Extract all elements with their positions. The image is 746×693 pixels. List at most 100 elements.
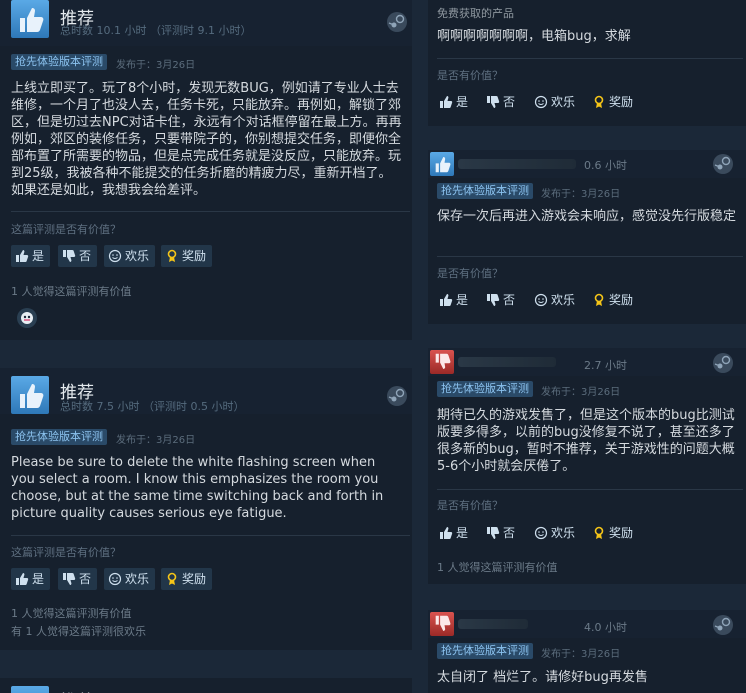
award-emoji-icon[interactable]	[17, 308, 37, 328]
steam-logo-icon	[387, 386, 407, 406]
award-button[interactable]: 奖励	[588, 289, 639, 311]
reviewer-name	[458, 619, 528, 629]
reviewer-name	[458, 357, 556, 367]
helpful-count: 1 人觉得这篇评测有价值	[437, 561, 558, 574]
steam-logo-icon	[387, 12, 407, 32]
thumbs-up-icon	[439, 293, 453, 307]
award-ribbon-icon	[165, 572, 179, 586]
vote-yes-button[interactable]: 是	[435, 91, 474, 113]
vote-no-button[interactable]: 否	[482, 522, 521, 544]
thumbs-down-icon	[486, 526, 500, 540]
thumbs-down-icon	[486, 293, 500, 307]
vote-funny-label: 欢乐	[551, 293, 576, 307]
helpful-question: 这篇评测是否有价值？	[11, 223, 121, 236]
review-card: 0.6 小时 抢先体验版本评测 发布于：3月26日 保存一次后再进入游戏会未响应…	[428, 150, 746, 324]
posted-date: 发布于：3月26日	[116, 435, 196, 446]
review-body: Please be sure to delete the white flash…	[11, 455, 384, 521]
vote-yes-label: 是	[456, 293, 469, 307]
vote-funny-button[interactable]: 欢乐	[530, 289, 581, 311]
review-header: 2.7 小时	[428, 348, 746, 376]
thumbs-up-icon	[11, 686, 49, 693]
divider	[11, 211, 410, 212]
review-card: 4.0 小时 抢先体验版本评测 发布于：3月26日 太自闭了 档烂了。请修好bu…	[428, 610, 746, 693]
vote-no-button[interactable]: 否	[58, 245, 98, 267]
vote-yes-button[interactable]: 是	[435, 522, 474, 544]
review-hours: 总时数 7.5 小时 （评测时 0.5 小时）	[60, 400, 245, 413]
vote-funny-button[interactable]: 欢乐	[104, 568, 156, 590]
vote-no-label: 否	[503, 95, 516, 109]
award-button[interactable]: 奖励	[588, 91, 639, 113]
steam-logo-icon	[713, 615, 733, 635]
review-card: 免费获取的产品 啊啊啊啊啊啊啊，电箱bug，求解 是否有价值？ 是 否 欢乐 奖…	[428, 0, 746, 126]
vote-no-button[interactable]: 否	[482, 91, 521, 113]
posted-date: 发布于：3月26日	[541, 387, 621, 398]
thumbs-down-icon	[430, 612, 454, 636]
thumbs-up-icon	[15, 249, 29, 263]
posted-date: 发布于：3月26日	[116, 60, 196, 71]
vote-no-label: 否	[79, 572, 92, 586]
early-access-badge: 抢先体验版本评测	[437, 643, 533, 659]
award-label: 奖励	[609, 95, 634, 109]
divider	[11, 535, 410, 536]
thumbs-down-icon	[486, 95, 500, 109]
vote-funny-button[interactable]: 欢乐	[530, 91, 581, 113]
thumbs-up-icon	[439, 95, 453, 109]
helpful-question: 是否有价值？	[437, 69, 503, 82]
award-ribbon-icon	[165, 249, 179, 263]
thumbs-up-icon	[11, 0, 49, 38]
vote-no-label: 否	[79, 249, 92, 263]
award-ribbon-icon	[592, 95, 606, 109]
review-card: 推荐	[0, 678, 412, 693]
vote-yes-button[interactable]: 是	[11, 245, 51, 267]
steam-logo-icon	[713, 353, 733, 373]
review-hours: 2.7 小时	[584, 359, 627, 372]
award-button[interactable]: 奖励	[161, 568, 213, 590]
posted-date: 发布于：3月26日	[541, 649, 621, 660]
vote-funny-label: 欢乐	[551, 95, 576, 109]
helpful-count: 1 人觉得这篇评测有价值	[11, 607, 132, 620]
review-header: 推荐 总时数 7.5 小时 （评测时 0.5 小时）	[0, 368, 412, 414]
review-card: 推荐 总时数 7.5 小时 （评测时 0.5 小时） 抢先体验版本评测 发布于：…	[0, 368, 412, 650]
vote-yes-button[interactable]: 是	[435, 289, 474, 311]
vote-no-button[interactable]: 否	[482, 289, 521, 311]
award-ribbon-icon	[592, 526, 606, 540]
helpful-question: 是否有价值？	[437, 267, 503, 280]
smiley-icon	[108, 572, 122, 586]
award-label: 奖励	[182, 249, 207, 263]
early-access-badge: 抢先体验版本评测	[11, 54, 107, 70]
award-button[interactable]: 奖励	[588, 522, 639, 544]
steam-logo-icon	[713, 154, 733, 174]
review-body: 太自闭了 档烂了。请修好bug再发售	[437, 670, 648, 685]
smiley-icon	[534, 293, 548, 307]
vote-funny-button[interactable]: 欢乐	[530, 522, 581, 544]
thumbs-down-icon	[430, 350, 454, 374]
award-label: 奖励	[609, 526, 634, 540]
review-header: 4.0 小时	[428, 610, 746, 638]
review-hours: 总时数 10.1 小时 （评测时 9.1 小时）	[60, 24, 252, 37]
review-card: 推荐 总时数 10.1 小时 （评测时 9.1 小时） 抢先体验版本评测 发布于…	[0, 0, 412, 340]
thumbs-up-icon	[15, 572, 29, 586]
vote-yes-button[interactable]: 是	[11, 568, 51, 590]
smiley-icon	[534, 526, 548, 540]
review-hours: 4.0 小时	[584, 621, 627, 634]
funny-count: 有 1 人觉得这篇评测很欢乐	[11, 625, 146, 638]
vote-no-button[interactable]: 否	[58, 568, 98, 590]
vote-funny-button[interactable]: 欢乐	[104, 245, 156, 267]
thumbs-down-icon	[62, 249, 76, 263]
smiley-icon	[534, 95, 548, 109]
vote-no-label: 否	[503, 293, 516, 307]
free-product-label: 免费获取的产品	[437, 7, 514, 20]
award-button[interactable]: 奖励	[161, 245, 213, 267]
divider	[437, 58, 743, 59]
vote-yes-label: 是	[32, 572, 45, 586]
thumbs-up-icon	[439, 526, 453, 540]
review-body: 啊啊啊啊啊啊啊，电箱bug，求解	[437, 29, 631, 44]
thumbs-up-icon	[11, 376, 49, 414]
left-review-column: 推荐 总时数 10.1 小时 （评测时 9.1 小时） 抢先体验版本评测 发布于…	[0, 0, 412, 693]
vote-yes-label: 是	[456, 526, 469, 540]
vote-funny-label: 欢乐	[125, 249, 150, 263]
review-body: 保存一次后再进入游戏会未响应，感觉没先行版稳定	[437, 209, 737, 224]
posted-date: 发布于：3月26日	[541, 189, 621, 200]
review-body: 上线立即买了。玩了8个小时，发现无数BUG，例如请了专业人士去维修，一个月了也没…	[11, 81, 402, 198]
early-access-badge: 抢先体验版本评测	[11, 429, 107, 445]
